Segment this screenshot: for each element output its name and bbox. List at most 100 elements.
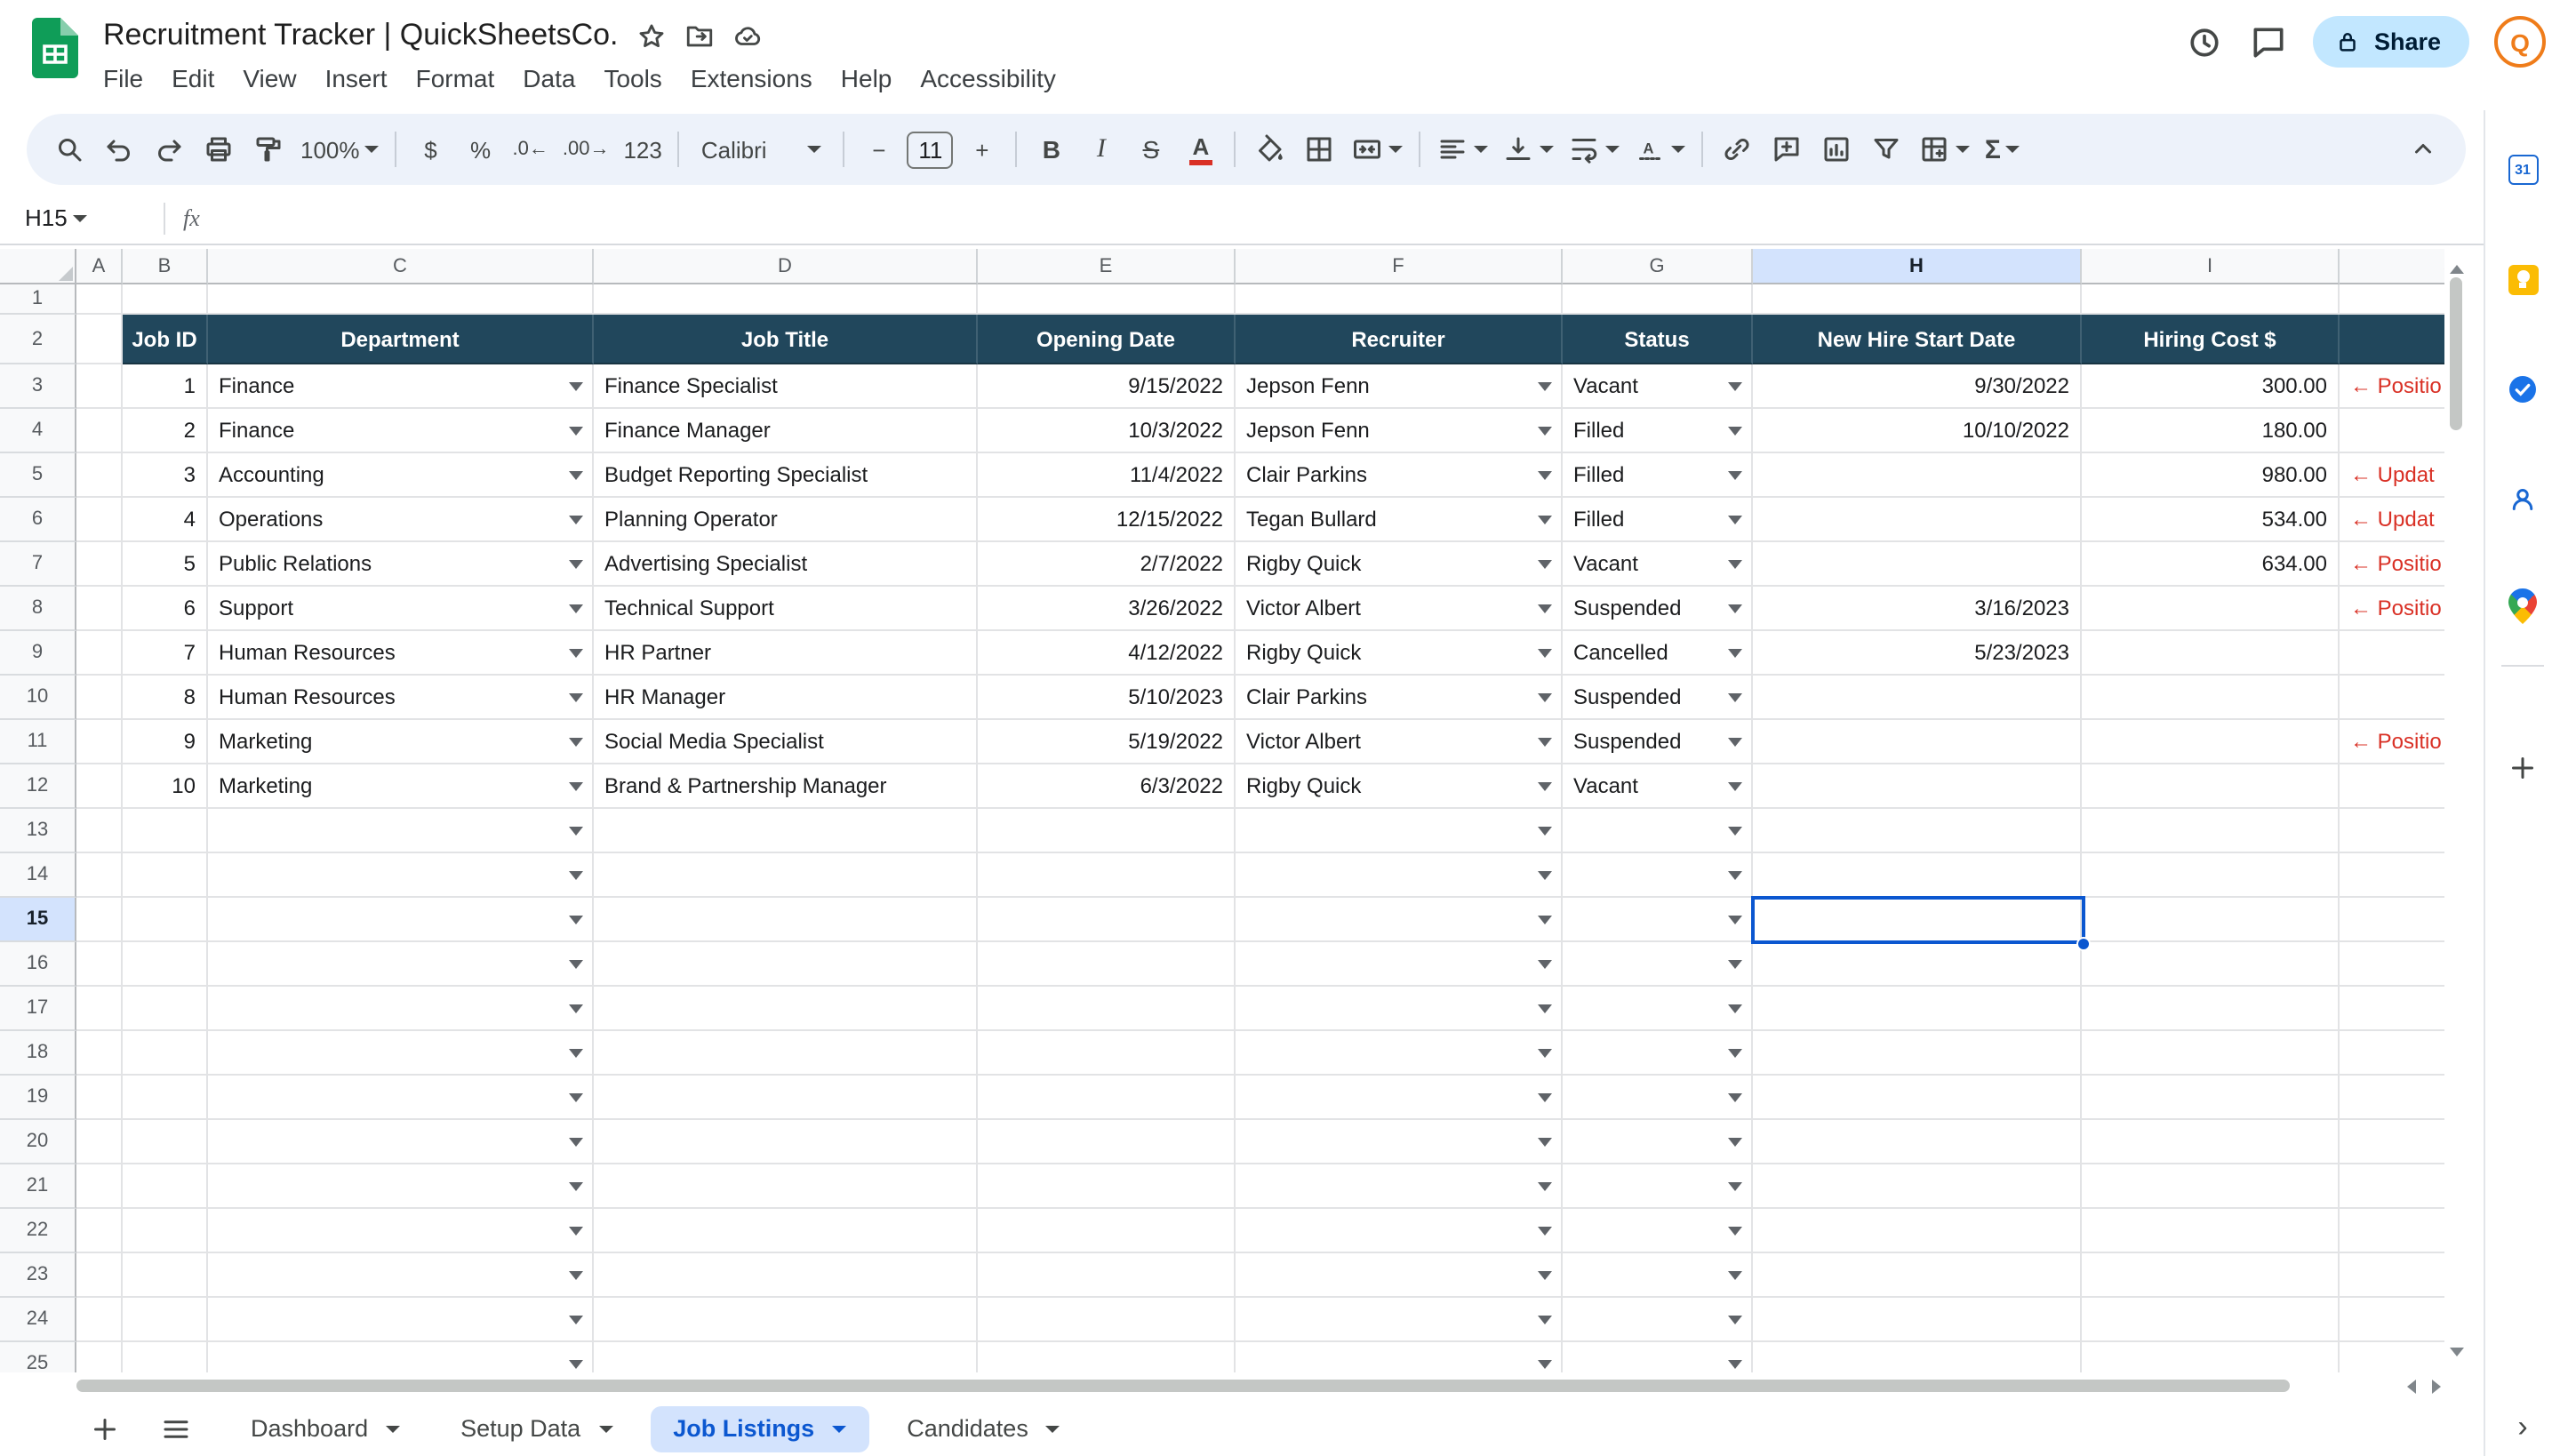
cell-G9[interactable]: Cancelled bbox=[1563, 631, 1753, 676]
dropdown-arrow-icon[interactable] bbox=[1538, 738, 1552, 747]
dropdown-arrow-icon[interactable] bbox=[569, 1316, 583, 1324]
dropdown-arrow-icon[interactable] bbox=[1728, 1093, 1742, 1102]
cell-C1[interactable] bbox=[208, 284, 594, 315]
cell-A14[interactable] bbox=[76, 853, 123, 898]
cell-H10[interactable] bbox=[1753, 676, 2082, 720]
row-header-11[interactable]: 11 bbox=[0, 720, 76, 764]
dropdown-arrow-icon[interactable] bbox=[1538, 871, 1552, 880]
tasks-icon[interactable] bbox=[2505, 372, 2540, 407]
redo-icon[interactable] bbox=[146, 124, 192, 174]
column-header-F[interactable]: F bbox=[1236, 249, 1563, 284]
merge-cells-icon[interactable] bbox=[1347, 124, 1409, 174]
cell-C24[interactable] bbox=[208, 1298, 594, 1342]
fill-handle[interactable] bbox=[2076, 937, 2091, 951]
row-header-13[interactable]: 13 bbox=[0, 809, 76, 853]
sheets-logo-icon[interactable] bbox=[32, 18, 78, 78]
cell-A24[interactable] bbox=[76, 1298, 123, 1342]
cell-J4[interactable] bbox=[2340, 409, 2444, 453]
share-button[interactable]: Share bbox=[2314, 16, 2469, 68]
cell-B19[interactable] bbox=[123, 1076, 208, 1120]
dropdown-arrow-icon[interactable] bbox=[1728, 649, 1742, 658]
cell-J10[interactable] bbox=[2340, 676, 2444, 720]
cell-I8[interactable] bbox=[2082, 587, 2340, 631]
cell-I7[interactable]: 634.00 bbox=[2082, 542, 2340, 587]
cell-I14[interactable] bbox=[2082, 853, 2340, 898]
dropdown-arrow-icon[interactable] bbox=[1538, 560, 1552, 569]
cell-I12[interactable] bbox=[2082, 764, 2340, 809]
cell-G3[interactable]: Vacant bbox=[1563, 364, 1753, 409]
cell-D18[interactable] bbox=[594, 1031, 978, 1076]
cell-J25[interactable] bbox=[2340, 1342, 2444, 1372]
increase-font-size-button[interactable]: + bbox=[959, 124, 1005, 174]
cell-G25[interactable] bbox=[1563, 1342, 1753, 1372]
cell-G5[interactable]: Filled bbox=[1563, 453, 1753, 498]
cell-E21[interactable] bbox=[978, 1164, 1236, 1209]
cell-I19[interactable] bbox=[2082, 1076, 2340, 1120]
cell-G10[interactable]: Suspended bbox=[1563, 676, 1753, 720]
cell-C18[interactable] bbox=[208, 1031, 594, 1076]
cell-A13[interactable] bbox=[76, 809, 123, 853]
cell-C4[interactable]: Finance bbox=[208, 409, 594, 453]
cell-A12[interactable] bbox=[76, 764, 123, 809]
cell-C19[interactable] bbox=[208, 1076, 594, 1120]
cell-G17[interactable] bbox=[1563, 987, 1753, 1031]
cell-D21[interactable] bbox=[594, 1164, 978, 1209]
cell-F1[interactable] bbox=[1236, 284, 1563, 315]
formula-input[interactable] bbox=[200, 192, 2484, 244]
cell-C5[interactable]: Accounting bbox=[208, 453, 594, 498]
tab-job-listings[interactable]: Job Listings bbox=[650, 1405, 869, 1452]
cell-I22[interactable] bbox=[2082, 1209, 2340, 1253]
cell-F23[interactable] bbox=[1236, 1253, 1563, 1298]
cell-B25[interactable] bbox=[123, 1342, 208, 1372]
cell-B20[interactable] bbox=[123, 1120, 208, 1164]
text-color-button[interactable]: A bbox=[1178, 124, 1224, 174]
dropdown-arrow-icon[interactable] bbox=[1728, 871, 1742, 880]
text-wrap-icon[interactable] bbox=[1564, 124, 1626, 174]
cell-G12[interactable]: Vacant bbox=[1563, 764, 1753, 809]
account-avatar[interactable]: Q bbox=[2494, 16, 2546, 68]
menu-extensions[interactable]: Extensions bbox=[676, 60, 827, 96]
cell-H5[interactable] bbox=[1753, 453, 2082, 498]
maps-icon[interactable] bbox=[2505, 588, 2540, 624]
dropdown-arrow-icon[interactable] bbox=[1728, 516, 1742, 524]
cell-I15[interactable] bbox=[2082, 898, 2340, 942]
cell-I9[interactable] bbox=[2082, 631, 2340, 676]
dropdown-arrow-icon[interactable] bbox=[569, 560, 583, 569]
cell-J8[interactable]: ← Positio bbox=[2340, 587, 2444, 631]
dropdown-arrow-icon[interactable] bbox=[569, 1093, 583, 1102]
bold-button[interactable]: B bbox=[1028, 124, 1075, 174]
number-format-button[interactable]: 123 bbox=[618, 124, 667, 174]
cell-H7[interactable] bbox=[1753, 542, 2082, 587]
cell-G23[interactable] bbox=[1563, 1253, 1753, 1298]
cell-A19[interactable] bbox=[76, 1076, 123, 1120]
cell-I4[interactable]: 180.00 bbox=[2082, 409, 2340, 453]
dropdown-arrow-icon[interactable] bbox=[569, 693, 583, 702]
cell-B22[interactable] bbox=[123, 1209, 208, 1253]
dropdown-arrow-icon[interactable] bbox=[1728, 560, 1742, 569]
decrease-font-size-button[interactable]: − bbox=[856, 124, 902, 174]
vertical-scrollbar-thumb[interactable] bbox=[2450, 277, 2462, 430]
cell-B24[interactable] bbox=[123, 1298, 208, 1342]
dropdown-arrow-icon[interactable] bbox=[1728, 1271, 1742, 1280]
cell-A5[interactable] bbox=[76, 453, 123, 498]
dropdown-arrow-icon[interactable] bbox=[569, 960, 583, 969]
cell-J22[interactable] bbox=[2340, 1209, 2444, 1253]
cell-B8[interactable]: 6 bbox=[123, 587, 208, 631]
cell-F11[interactable]: Victor Albert bbox=[1236, 720, 1563, 764]
row-header-17[interactable]: 17 bbox=[0, 987, 76, 1031]
cell-G18[interactable] bbox=[1563, 1031, 1753, 1076]
dropdown-arrow-icon[interactable] bbox=[1538, 1360, 1552, 1369]
cell-C11[interactable]: Marketing bbox=[208, 720, 594, 764]
cell-I1[interactable] bbox=[2082, 284, 2340, 315]
horizontal-scrollbar[interactable] bbox=[0, 1372, 2468, 1401]
row-header-25[interactable]: 25 bbox=[0, 1342, 76, 1372]
borders-icon[interactable] bbox=[1297, 124, 1343, 174]
name-box[interactable]: H15 bbox=[0, 204, 146, 231]
cell-B21[interactable] bbox=[123, 1164, 208, 1209]
cell-C2[interactable]: Department bbox=[208, 315, 594, 364]
cell-B11[interactable]: 9 bbox=[123, 720, 208, 764]
cell-E6[interactable]: 12/15/2022 bbox=[978, 498, 1236, 542]
cell-H21[interactable] bbox=[1753, 1164, 2082, 1209]
cell-H3[interactable]: 9/30/2022 bbox=[1753, 364, 2082, 409]
cell-H18[interactable] bbox=[1753, 1031, 2082, 1076]
